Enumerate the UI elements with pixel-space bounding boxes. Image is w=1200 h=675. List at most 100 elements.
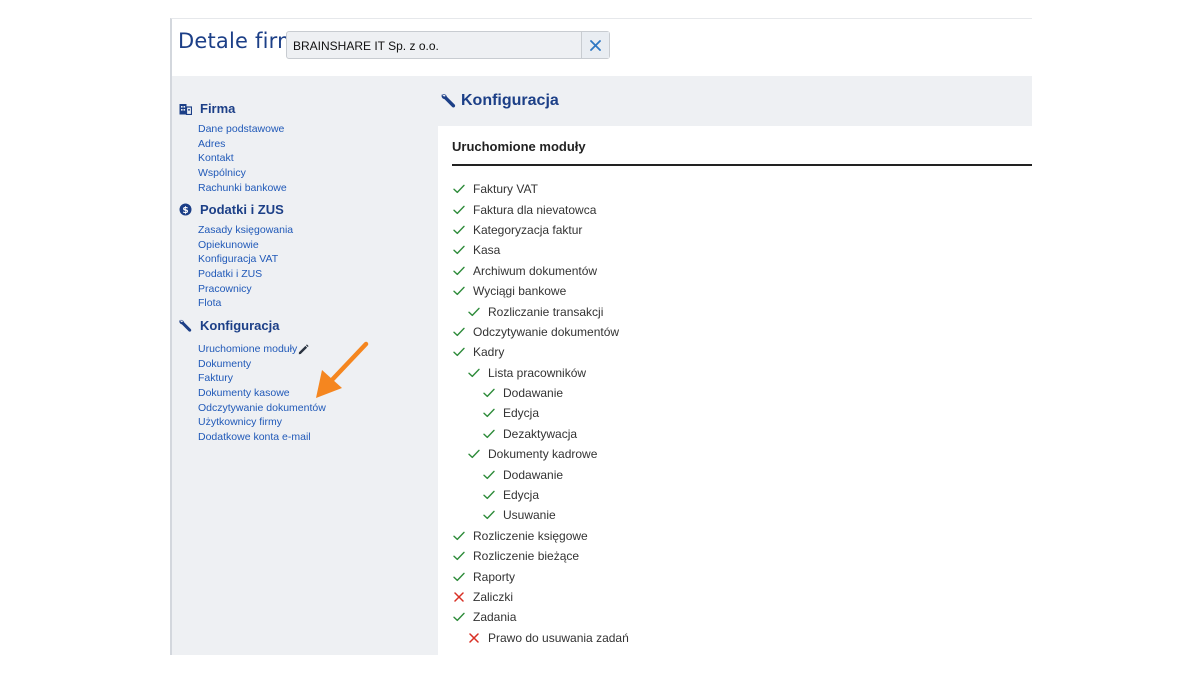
module-label: Dezaktywacja [503,426,578,441]
module-label: Zadania [473,610,517,625]
main-header: Konfiguracja [438,76,1032,126]
svg-text:$: $ [182,206,188,216]
sidebar-links-podatki: Zasady księgowania Opiekunowie Konfigura… [198,223,293,311]
check-icon [452,345,466,359]
panel-divider [452,164,1032,166]
check-icon [452,610,466,624]
module-label: Usuwanie [503,508,556,523]
module-label: Archiwum dokumentów [473,263,598,278]
main-title: Konfiguracja [461,92,559,109]
sidebar-link-dodatkowe-konta-email[interactable]: Dodatkowe konta e-mail [198,430,326,445]
sidebar-link-dokumenty-kasowe[interactable]: Dokumenty kasowe [198,386,326,401]
sidebar-link-pracownicy[interactable]: Pracownicy [198,282,293,297]
app-window: Detale firmy BRAINSHARE IT Sp. z o.o. Fi… [170,18,1032,655]
sidebar-section-firma[interactable]: Firma [178,101,235,116]
module-item: Dodawanie [452,383,629,403]
module-label: Zaliczki [473,590,514,604]
module-item: Archiwum dokumentów [452,261,629,281]
check-icon [467,366,481,380]
module-label: Edycja [503,406,540,421]
dollar-coin-icon: $ [178,203,192,217]
check-icon [452,182,466,196]
module-label: Edycja [503,488,540,503]
sidebar-link-odczytywanie-dokumentow[interactable]: Odczytywanie dokumentów [198,401,326,416]
sidebar-link-adres[interactable]: Adres [198,137,287,152]
module-item: Raporty [452,566,629,586]
panel-title: Uruchomione moduły [452,139,586,154]
check-icon [482,386,496,400]
sidebar: Firma Dane podstawowe Adres Kontakt Wspó… [172,76,438,655]
module-item: Rozliczanie transakcji [452,301,629,321]
cross-icon [467,631,481,645]
close-icon [590,39,601,51]
module-item: Faktura dla nievatowca [452,199,629,219]
building-icon [178,102,192,116]
sidebar-links-konfiguracja: Uruchomione moduły Dokumenty Faktury Dok… [198,342,326,445]
sidebar-link-faktury[interactable]: Faktury [198,371,326,386]
company-select[interactable]: BRAINSHARE IT Sp. z o.o. [286,31,610,59]
check-icon [482,406,496,420]
module-label: Dodawanie [503,386,564,401]
wrench-icon [441,93,456,108]
module-label: Odczytywanie dokumentów [473,324,620,339]
module-label: Rozliczanie transakcji [488,304,604,319]
header: Detale firmy BRAINSHARE IT Sp. z o.o. [172,19,1032,76]
module-item: Odczytywanie dokumentów [452,322,629,342]
module-item: Prawo do usuwania zadań [452,628,629,648]
module-item: Faktury VAT [452,179,629,199]
sidebar-section-konfiguracja[interactable]: Konfiguracja [178,318,279,333]
sidebar-link-konfiguracja-vat[interactable]: Konfiguracja VAT [198,252,293,267]
check-icon [482,427,496,441]
check-icon [467,447,481,461]
module-label: Dokumenty kadrowe [488,447,598,462]
check-icon [452,570,466,584]
sidebar-link-dane-podstawowe[interactable]: Dane podstawowe [198,122,287,137]
module-item: Wyciągi bankowe [452,281,629,301]
module-item: Kadry [452,342,629,362]
module-label: Rozliczenie księgowe [473,528,588,543]
sidebar-link-zasady-ksiegowania[interactable]: Zasady księgowania [198,223,293,238]
sidebar-link-rachunki-bankowe[interactable]: Rachunki bankowe [198,181,287,196]
company-select-value: BRAINSHARE IT Sp. z o.o. [293,39,439,53]
check-icon [452,325,466,339]
sidebar-section-label: Podatki i ZUS [200,202,284,217]
main-content: Konfiguracja Uruchomione moduły Faktury … [438,76,1032,655]
module-label: Kategoryzacja faktur [473,222,583,237]
module-label: Kadry [473,345,505,360]
module-label: Prawo do usuwania zadań [488,630,629,645]
sidebar-link-uruchomione-moduly[interactable]: Uruchomione moduły [198,342,326,357]
wrench-icon [178,319,192,333]
module-item: Edycja [452,485,629,505]
module-item: Rozliczenie księgowe [452,526,629,546]
clear-company-button[interactable] [581,32,609,58]
sidebar-section-label: Firma [200,101,236,116]
module-item: Kasa [452,240,629,260]
check-icon [482,488,496,502]
sidebar-links-firma: Dane podstawowe Adres Kontakt Wspólnicy … [198,122,287,195]
check-icon [452,529,466,543]
module-label: Rozliczenie bieżące [473,549,580,564]
cross-icon [452,590,466,604]
module-item: Dokumenty kadrowe [452,444,629,464]
modules-panel: Uruchomione moduły Faktury VAT Faktura dl… [438,126,1032,655]
sidebar-link-opiekunowie[interactable]: Opiekunowie [198,238,293,253]
sidebar-link-dokumenty[interactable]: Dokumenty [198,357,326,372]
sidebar-section-label: Konfiguracja [200,318,280,333]
check-icon [482,508,496,522]
sidebar-section-podatki[interactable]: $ Podatki i ZUS [178,202,284,217]
sidebar-link-podatki-i-zus[interactable]: Podatki i ZUS [198,267,293,282]
sidebar-link-kontakt[interactable]: Kontakt [198,151,287,166]
module-item: Zaliczki [452,587,629,607]
module-label: Kasa [473,243,501,258]
module-item: Zadania [452,607,629,627]
sidebar-link-uzytkownicy-firmy[interactable]: Użytkownicy firmy [198,415,326,430]
module-list: Faktury VAT Faktura dla nievatowca Kategor… [452,179,629,648]
sidebar-link-flota[interactable]: Flota [198,296,293,311]
check-icon [452,203,466,217]
module-item: Dezaktywacja [452,424,629,444]
check-icon [452,223,466,237]
annotation-arrow-icon [316,341,369,398]
check-icon [452,264,466,278]
sidebar-link-wspolnicy[interactable]: Wspólnicy [198,166,287,181]
module-label: Lista pracowników [488,365,587,380]
